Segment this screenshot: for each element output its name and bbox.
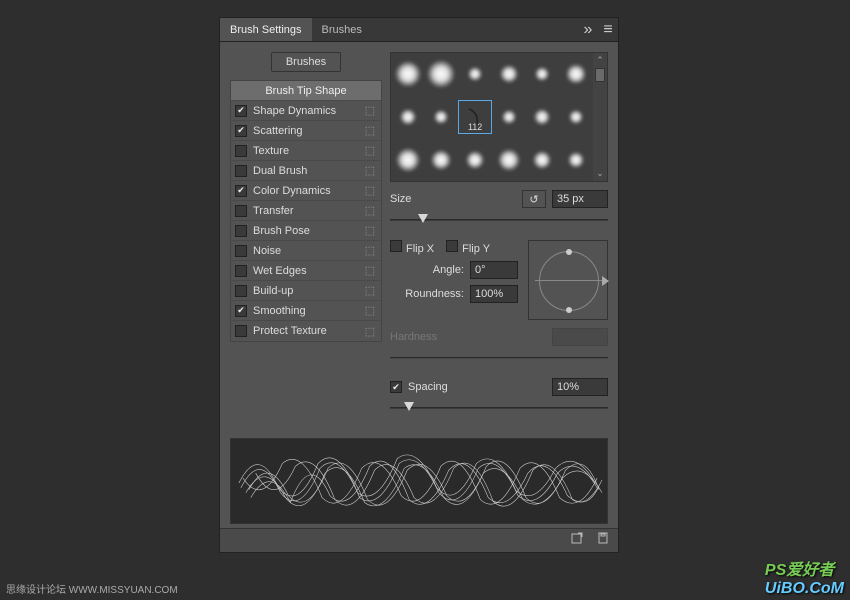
hardness-slider (390, 354, 608, 370)
option-label: Color Dynamics (253, 185, 363, 197)
brush-tip-shape-header[interactable]: Brush Tip Shape (231, 81, 381, 101)
option-scattering[interactable]: Scattering⬚ (231, 121, 381, 141)
size-slider[interactable] (390, 216, 608, 232)
checkbox-icon[interactable] (235, 265, 247, 277)
option-label: Shape Dynamics (253, 105, 363, 117)
flip-y-label: Flip Y (462, 243, 490, 255)
option-shape-dynamics[interactable]: Shape Dynamics⬚ (231, 101, 381, 121)
lock-icon[interactable]: ⬚ (363, 284, 377, 297)
option-protect-texture[interactable]: Protect Texture⬚ (231, 321, 381, 341)
option-label: Noise (253, 245, 363, 257)
lock-icon[interactable]: ⬚ (363, 144, 377, 157)
brush-thumb-selected[interactable]: 112 (458, 96, 492, 139)
brush-settings-panel: Brush Settings Brushes » ≡ Brushes Brush… (219, 17, 619, 553)
checkbox-icon[interactable] (235, 165, 247, 177)
checkbox-icon[interactable] (235, 205, 247, 217)
expand-icon[interactable]: » (578, 20, 598, 40)
checkbox-icon[interactable] (235, 185, 247, 197)
option-build-up[interactable]: Build-up⬚ (231, 281, 381, 301)
checkbox-icon[interactable] (235, 105, 247, 117)
lock-icon[interactable]: ⬚ (363, 325, 377, 338)
spacing-row: Spacing 10% (390, 378, 608, 396)
scroll-up-icon[interactable]: ⌃ (596, 55, 604, 66)
watermark-right: PS爱好者 UiBO.CoM (765, 556, 844, 598)
checkbox-icon[interactable] (235, 285, 247, 297)
option-smoothing[interactable]: Smoothing⬚ (231, 301, 381, 321)
lock-icon[interactable]: ⬚ (363, 104, 377, 117)
lock-icon[interactable]: ⬚ (363, 304, 377, 317)
angle-value[interactable]: 0° (470, 261, 518, 279)
hardness-row: Hardness (390, 328, 608, 346)
option-label: Smoothing (253, 305, 363, 317)
lock-icon[interactable]: ⬚ (363, 204, 377, 217)
spacing-value[interactable]: 10% (552, 378, 608, 396)
scroll-handle[interactable] (595, 68, 605, 82)
option-texture[interactable]: Texture⬚ (231, 141, 381, 161)
option-wet-edges[interactable]: Wet Edges⬚ (231, 261, 381, 281)
stroke-preview (230, 438, 608, 524)
option-label: Dual Brush (253, 165, 363, 177)
lock-icon[interactable]: ⬚ (363, 224, 377, 237)
flip-y-checkbox[interactable]: Flip Y (446, 240, 490, 255)
tab-brush-settings[interactable]: Brush Settings (220, 18, 312, 41)
tab-brushes[interactable]: Brushes (312, 18, 372, 41)
brush-thumbnails[interactable]: 112 ⌃ ⌄ (390, 52, 608, 182)
watermark-left: 思缘设计论坛 WWW.MISSYUAN.COM (6, 581, 178, 596)
size-row: Size ↺ 35 px (390, 190, 608, 208)
flip-x-checkbox[interactable]: Flip X (390, 240, 434, 255)
options-sidebar: Brushes Brush Tip Shape Shape Dynamics⬚ … (230, 52, 382, 420)
option-label: Brush Pose (253, 225, 363, 237)
panel-menu-icon[interactable]: ≡ (598, 20, 618, 40)
lock-icon[interactable]: ⬚ (363, 164, 377, 177)
option-dual-brush[interactable]: Dual Brush⬚ (231, 161, 381, 181)
option-noise[interactable]: Noise⬚ (231, 241, 381, 261)
checkbox-icon[interactable] (235, 225, 247, 237)
spacing-slider[interactable] (390, 404, 608, 420)
checkbox-icon[interactable] (235, 305, 247, 317)
flip-x-label: Flip X (406, 243, 434, 255)
option-color-dynamics[interactable]: Color Dynamics⬚ (231, 181, 381, 201)
option-transfer[interactable]: Transfer⬚ (231, 201, 381, 221)
size-label: Size (390, 193, 516, 205)
thumbnails-scrollbar[interactable]: ⌃ ⌄ (593, 53, 607, 181)
lock-icon[interactable]: ⬚ (363, 124, 377, 137)
reset-size-button[interactable]: ↺ (522, 190, 546, 208)
roundness-label: Roundness: (390, 288, 464, 300)
arrow-right-icon (602, 276, 609, 286)
panel-tabs: Brush Settings Brushes » ≡ (220, 18, 618, 42)
panel-footer (220, 528, 618, 552)
checkbox-icon[interactable] (235, 145, 247, 157)
option-label: Scattering (253, 125, 363, 137)
option-label: Transfer (253, 205, 363, 217)
hardness-label: Hardness (390, 331, 546, 343)
angle-label: Angle: (390, 264, 464, 276)
brush-size-label: 112 (468, 122, 482, 132)
lock-icon[interactable]: ⬚ (363, 184, 377, 197)
option-label: Protect Texture (253, 325, 363, 337)
checkbox-icon[interactable] (235, 325, 247, 337)
checkbox-icon[interactable] (235, 125, 247, 137)
new-preset-icon[interactable] (570, 531, 584, 550)
scroll-down-icon[interactable]: ⌄ (596, 168, 604, 179)
option-brush-pose[interactable]: Brush Pose⬚ (231, 221, 381, 241)
spacing-checkbox[interactable] (390, 381, 402, 393)
spacing-label: Spacing (408, 381, 552, 393)
angle-dial[interactable] (528, 240, 608, 320)
hardness-value (552, 328, 608, 346)
trash-icon[interactable] (596, 531, 610, 550)
brush-options-list: Brush Tip Shape Shape Dynamics⬚ Scatteri… (230, 80, 382, 342)
option-label: Build-up (253, 285, 363, 297)
lock-icon[interactable]: ⬚ (363, 244, 377, 257)
brushes-button[interactable]: Brushes (271, 52, 341, 72)
checkbox-icon[interactable] (235, 245, 247, 257)
option-label: Wet Edges (253, 265, 363, 277)
roundness-value[interactable]: 100% (470, 285, 518, 303)
size-value[interactable]: 35 px (552, 190, 608, 208)
option-label: Texture (253, 145, 363, 157)
lock-icon[interactable]: ⬚ (363, 264, 377, 277)
